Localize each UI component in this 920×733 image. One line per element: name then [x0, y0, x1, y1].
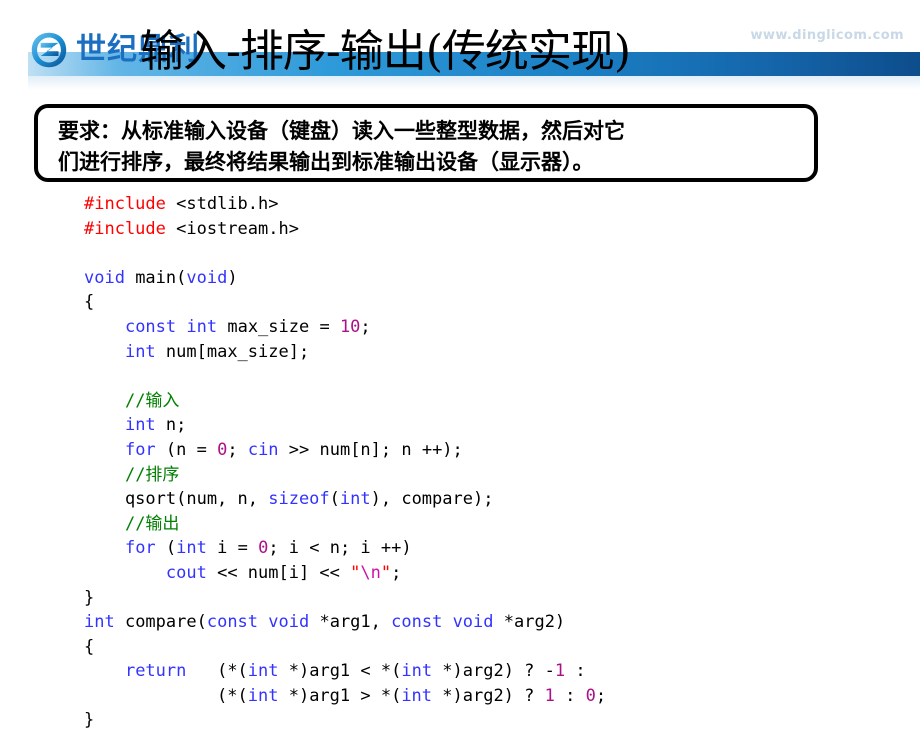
code-line: qsort(num, n, sizeof(int), compare);	[84, 489, 494, 510]
dingli-swirl-logo-icon	[31, 32, 67, 68]
code-line: }	[84, 710, 95, 731]
code-line: const int max_size = 10;	[124, 316, 371, 337]
code-line: int compare(const void *arg1, const void…	[84, 612, 566, 633]
code-line: for (int i = 0; i < n; i ++)	[124, 538, 412, 559]
code-line: #include <iostream.h>	[84, 218, 299, 239]
code-line: //输出	[124, 513, 180, 534]
code-line: void main(void)	[84, 267, 238, 288]
code-line: for (n = 0; cin >> num[n]; n ++);	[124, 439, 463, 460]
code-line: {	[84, 636, 95, 657]
code-line: {	[84, 292, 95, 313]
code-listing: #include <stdlib.h> #include <iostream.h>…	[84, 192, 904, 733]
code-line: //排序	[124, 464, 180, 485]
code-line: #include <stdlib.h>	[84, 194, 279, 214]
code-line: }	[84, 587, 95, 608]
code-line: int num[max_size];	[124, 341, 310, 362]
requirement-line-2: 们进行排序，最终将结果输出到标准输出设备（显示器）。	[58, 150, 594, 174]
code-line: //输入	[124, 390, 180, 411]
slide-title: 输入-排序-输出(传统实现)	[140, 26, 631, 77]
code-line: (*(int *)arg1 > *(int *)arg2) ? 1 : 0;	[84, 685, 607, 706]
code-line: cout << num[i] << "\n";	[165, 562, 402, 583]
code-line: int n;	[124, 415, 187, 436]
code-line: return (*(int *)arg1 < *(int *)arg2) ? -…	[124, 661, 586, 682]
slide-header: 世纪鼎利 www.dinglicom.com 输入-排序-输出(传统实现)	[0, 0, 920, 100]
requirement-line-1: 要求：从标准输入设备（键盘）读入一些整型数据，然后对它	[58, 119, 625, 143]
requirement-callout-box: 要求：从标准输入设备（键盘）读入一些整型数据，然后对它 们进行排序，最终将结果输…	[34, 104, 818, 182]
